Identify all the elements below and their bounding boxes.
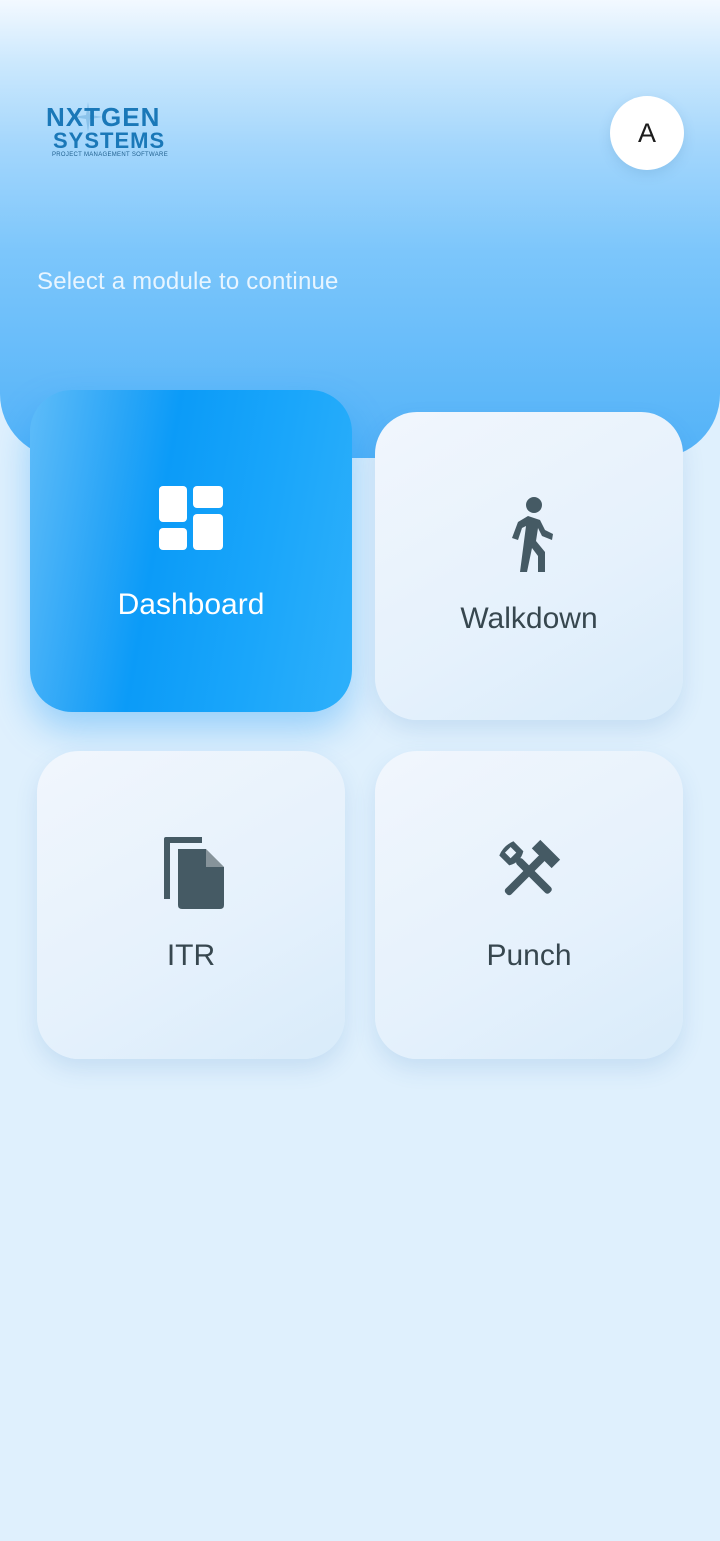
- walking-person-icon: [504, 496, 554, 574]
- logo-tagline: PROJECT MANAGEMENT SOFTWARE: [52, 152, 168, 158]
- documents-icon: [156, 833, 226, 913]
- module-label-dashboard: Dashboard: [117, 588, 265, 621]
- module-label-walkdown: Walkdown: [460, 602, 598, 635]
- page-subtitle: Select a module to continue: [37, 268, 339, 295]
- module-card-dashboard[interactable]: Dashboard: [30, 390, 352, 712]
- module-card-walkdown[interactable]: Walkdown: [375, 412, 683, 720]
- module-label-itr: ITR: [166, 939, 216, 972]
- module-card-punch[interactable]: Punch: [375, 751, 683, 1059]
- module-label-punch: Punch: [486, 939, 572, 972]
- tools-icon: [495, 837, 563, 905]
- module-card-itr[interactable]: ITR: [37, 751, 345, 1059]
- user-avatar[interactable]: A: [610, 96, 684, 170]
- nxtgen-systems-logo: NXTGEN SYSTEMS PROJECT MANAGEMENT SOFTWA…: [46, 102, 192, 160]
- avatar-initial: A: [637, 117, 656, 148]
- dashboard-icon: [157, 484, 225, 552]
- logo-star-icon: [73, 102, 103, 132]
